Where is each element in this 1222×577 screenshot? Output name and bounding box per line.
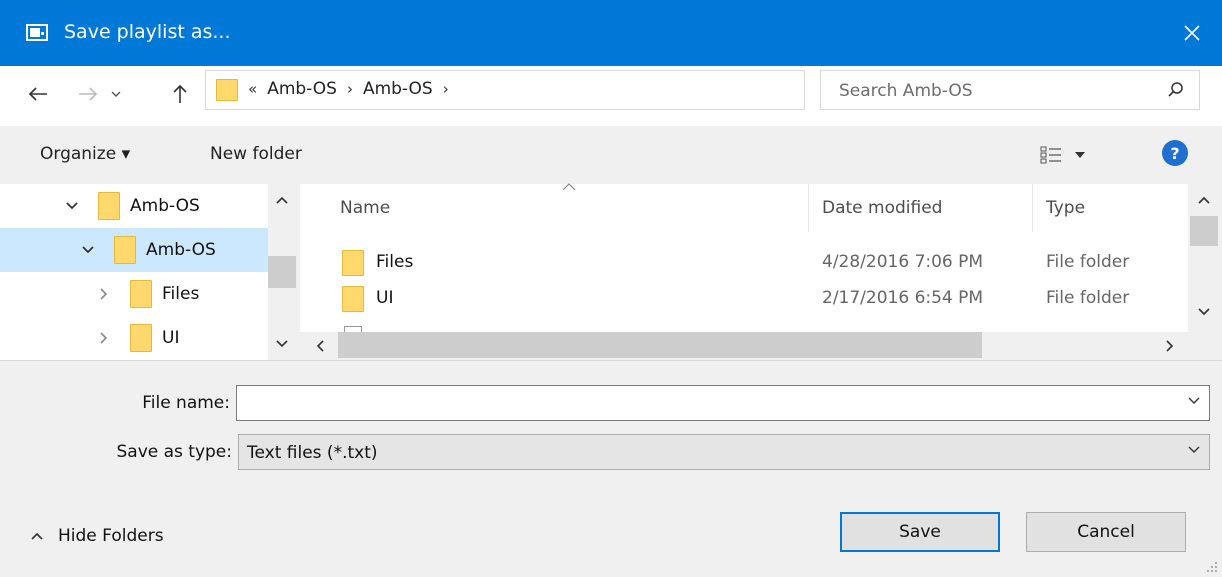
chevron-right-icon[interactable]: [96, 330, 112, 346]
search-box[interactable]: Search Amb-OS: [820, 70, 1200, 110]
chevron-right-icon[interactable]: ›: [443, 80, 449, 98]
column-header-date[interactable]: Date modified: [822, 184, 942, 232]
file-name: Files: [376, 252, 414, 272]
close-button[interactable]: [1162, 0, 1222, 66]
navigation-pane: Amb-OS Amb-OS Files UI: [0, 184, 300, 360]
file-date: 4/28/2016 7:06 PM: [822, 252, 984, 272]
folder-icon: [98, 192, 120, 220]
tree-scrollbar[interactable]: [268, 184, 300, 360]
chevron-right-icon[interactable]: ›: [347, 80, 353, 98]
chevron-down-icon: [111, 91, 121, 97]
search-icon: [1168, 82, 1183, 97]
hide-folders-button[interactable]: Hide Folders: [30, 526, 164, 546]
scroll-right-icon[interactable]: [1160, 336, 1180, 356]
save-button[interactable]: Save: [840, 512, 1000, 552]
folder-icon: [342, 286, 364, 312]
folder-icon: [130, 324, 152, 352]
breadcrumb-item[interactable]: Amb-OS: [363, 79, 433, 99]
back-button[interactable]: [22, 78, 54, 110]
save-type-select[interactable]: Text files (*.txt): [238, 434, 1210, 470]
caret-down-icon: [1075, 152, 1085, 158]
scroll-down-icon[interactable]: [272, 334, 292, 354]
file-list-scrollbar[interactable]: [1188, 184, 1222, 332]
column-divider[interactable]: [1032, 184, 1033, 232]
details-view-icon: [1040, 146, 1061, 164]
save-type-value: Text files (*.txt): [247, 443, 378, 463]
chevron-down-icon[interactable]: [64, 198, 80, 214]
folder-icon: [216, 79, 238, 101]
tree-item[interactable]: Amb-OS: [0, 184, 268, 228]
scrollbar-thumb[interactable]: [268, 256, 296, 288]
scrollbar-thumb[interactable]: [1190, 216, 1218, 246]
table-row[interactable]: UI 2/17/2016 6:54 PM File folder: [300, 280, 1190, 316]
folder-icon: [130, 280, 152, 308]
save-type-label: Save as type:: [116, 442, 232, 462]
tree-item-selected[interactable]: Amb-OS: [0, 228, 268, 272]
file-date: 2/17/2016 6:54 PM: [822, 288, 984, 308]
organize-button[interactable]: Organize ▾: [40, 144, 130, 164]
breadcrumb-item[interactable]: Amb-OS: [267, 79, 337, 99]
file-name-label: File name:: [142, 393, 230, 413]
change-view-button[interactable]: [1040, 142, 1110, 168]
column-divider[interactable]: [808, 184, 809, 232]
scrollbar-thumb[interactable]: [338, 332, 982, 358]
arrow-up-icon: [173, 84, 187, 103]
horizontal-scrollbar[interactable]: [300, 332, 1222, 360]
scroll-up-icon[interactable]: [1194, 190, 1214, 210]
scroll-down-icon[interactable]: [1194, 302, 1214, 322]
file-type: File folder: [1046, 288, 1130, 308]
arrow-left-icon: [28, 87, 47, 101]
resize-grip-icon[interactable]: [1206, 561, 1218, 573]
new-folder-button[interactable]: New folder: [210, 144, 302, 164]
breadcrumb-overflow[interactable]: «: [248, 80, 257, 98]
tree-item[interactable]: UI: [0, 316, 268, 360]
arrow-right-icon: [79, 87, 98, 101]
help-button[interactable]: ?: [1162, 140, 1188, 166]
hide-folders-label: Hide Folders: [58, 526, 164, 546]
file-type: File folder: [1046, 252, 1130, 272]
search-input[interactable]: Search Amb-OS: [839, 81, 973, 101]
chevron-down-icon[interactable]: [80, 242, 96, 258]
chevron-down-icon[interactable]: [1187, 396, 1201, 406]
table-row[interactable]: Files 4/28/2016 7:06 PM File folder: [300, 244, 1190, 280]
breadcrumb: « Amb-OS › Amb-OS ›: [248, 79, 449, 99]
tree-item-label: Amb-OS: [130, 196, 200, 216]
chevron-down-icon: [1188, 446, 1200, 453]
tree-item-label: UI: [162, 328, 180, 348]
address-bar[interactable]: « Amb-OS › Amb-OS ›: [205, 70, 988, 110]
command-bar: Organize ▾ New folder ?: [0, 126, 1222, 184]
scroll-up-icon[interactable]: [272, 190, 292, 210]
app-icon: [26, 24, 48, 41]
folder-icon: [342, 250, 364, 276]
cancel-button[interactable]: Cancel: [1026, 512, 1186, 552]
window-title: Save playlist as...: [64, 21, 231, 43]
forward-button[interactable]: [72, 78, 104, 110]
sort-ascending-icon: [562, 183, 576, 191]
divider: [0, 360, 1222, 361]
file-name: UI: [376, 288, 394, 308]
folder-icon: [114, 236, 136, 264]
tree-item[interactable]: Files: [0, 272, 268, 316]
column-header-type[interactable]: Type: [1046, 184, 1085, 232]
tree-item-label: Amb-OS: [146, 240, 216, 260]
tree-item-label: Files: [162, 284, 200, 304]
chevron-right-icon[interactable]: [96, 286, 112, 302]
file-name-field[interactable]: [236, 385, 1210, 421]
up-button[interactable]: [164, 78, 196, 110]
column-header-name[interactable]: Name: [340, 184, 390, 232]
close-icon: [1184, 25, 1200, 41]
title-bar: Save playlist as...: [0, 0, 1222, 66]
scroll-left-icon[interactable]: [310, 336, 330, 356]
chevron-up-icon: [31, 532, 43, 540]
recent-locations-button[interactable]: [104, 78, 128, 110]
